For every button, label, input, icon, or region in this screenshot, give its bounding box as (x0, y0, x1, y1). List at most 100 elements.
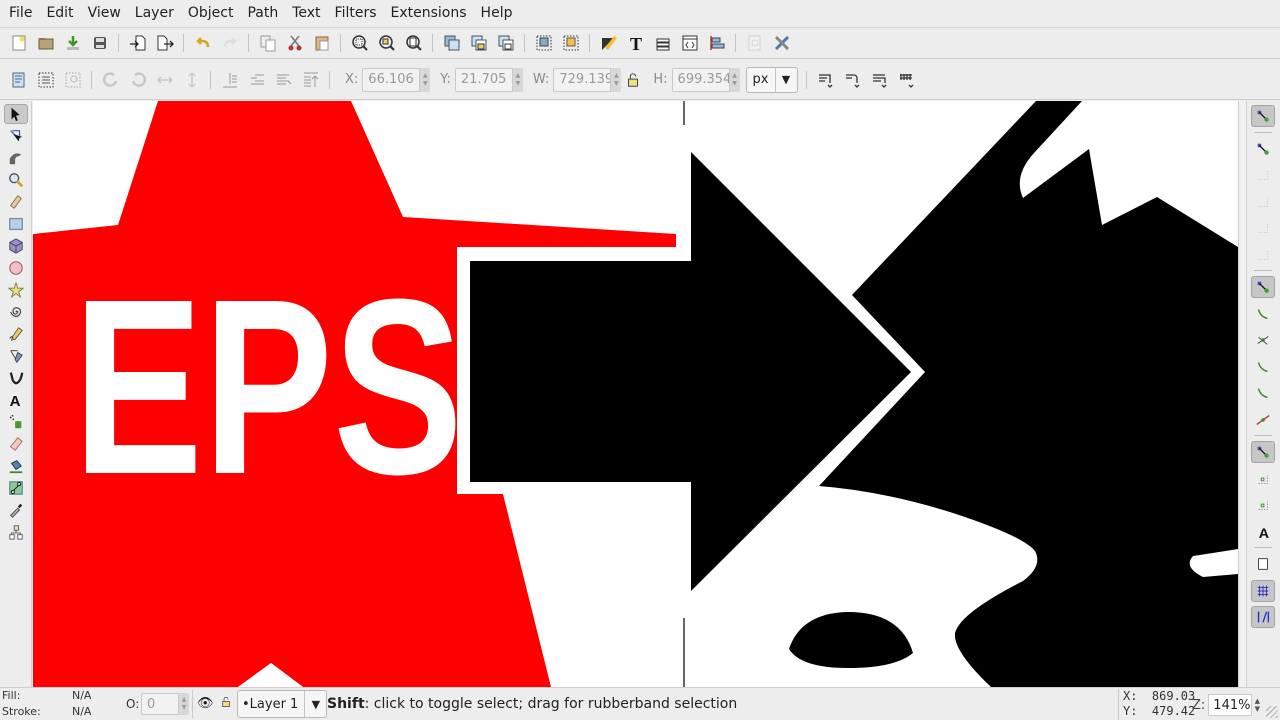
menu-layer[interactable]: Layer (128, 0, 181, 26)
tool-tweak[interactable] (4, 148, 28, 168)
export-button[interactable] (154, 32, 176, 54)
layer-visibility-eye-icon[interactable]: 👁 (197, 696, 214, 711)
y-field[interactable]: ▲▼ (454, 67, 523, 92)
new-document-button[interactable] (8, 32, 30, 54)
snap-smooth-nodes-toggle[interactable] (1251, 382, 1275, 404)
snap-bbox-edges-toggle[interactable] (1251, 164, 1275, 186)
tool-gradient[interactable] (4, 478, 28, 498)
h-field[interactable]: ▲▼ (671, 67, 740, 92)
rotate-ccw-button[interactable] (100, 69, 122, 91)
paste-button[interactable] (311, 32, 333, 54)
unlink-clone-button[interactable] (495, 32, 517, 54)
clone-button[interactable] (468, 32, 490, 54)
tool-pen[interactable] (4, 346, 28, 366)
unit-dropdown[interactable]: px ▼ (745, 66, 798, 93)
black-oval[interactable] (789, 612, 913, 668)
cut-button[interactable] (284, 32, 306, 54)
flip-horizontal-button[interactable] (154, 69, 176, 91)
redo-button[interactable] (219, 32, 241, 54)
eps-text[interactable]: EPS (73, 247, 463, 526)
w-input[interactable] (553, 67, 612, 92)
snap-paths-toggle[interactable] (1251, 303, 1275, 325)
lower-button[interactable] (246, 69, 268, 91)
zoom-page-button[interactable] (403, 32, 425, 54)
y-input[interactable] (454, 67, 513, 92)
select-all-layers-button[interactable] (35, 69, 57, 91)
menu-extensions[interactable]: Extensions (384, 0, 474, 26)
tool-paint-bucket[interactable] (4, 456, 28, 476)
snap-intersections-toggle[interactable] (1251, 329, 1275, 351)
xml-editor-button[interactable] (679, 32, 701, 54)
print-button[interactable] (89, 32, 111, 54)
y-spin-arrows[interactable]: ▲ ▼ (512, 67, 523, 92)
snap-text-baseline-toggle[interactable]: A (1251, 521, 1275, 543)
preferences-button[interactable] (771, 32, 793, 54)
menu-path[interactable]: Path (240, 0, 285, 26)
snap-bbox-corners-toggle[interactable] (1251, 191, 1275, 213)
save-button[interactable] (62, 32, 84, 54)
snap-enable-toggle[interactable] (1251, 105, 1275, 127)
scale-patterns-button[interactable] (895, 69, 917, 91)
menu-view[interactable]: View (81, 0, 128, 26)
flip-vertical-button[interactable] (181, 69, 203, 91)
layers-button[interactable] (652, 32, 674, 54)
scale-stroke-button[interactable] (814, 69, 836, 91)
tool-dropper[interactable] (4, 500, 28, 520)
menu-filters[interactable]: Filters (328, 0, 384, 26)
copy-button[interactable] (257, 32, 279, 54)
text-font-button[interactable]: T (625, 32, 647, 54)
scale-gradients-button[interactable] (868, 69, 890, 91)
opacity-spin-arrows[interactable]: ▲ ▼ (179, 693, 189, 715)
tool-connector[interactable] (4, 522, 28, 542)
tool-measure[interactable] (4, 192, 28, 212)
black-rectangle[interactable] (470, 261, 690, 482)
snap-rotation-centers-toggle[interactable] (1251, 494, 1275, 516)
snap-bbox-midpoints-toggle[interactable] (1251, 217, 1275, 239)
resize-grip[interactable] (1266, 706, 1278, 718)
tool-zoom[interactable] (4, 170, 28, 190)
vertical-scrollbar[interactable] (1238, 101, 1246, 687)
snap-cusp-nodes-toggle[interactable] (1251, 356, 1275, 378)
duplicate-button[interactable] (441, 32, 463, 54)
zoom-input[interactable] (1208, 694, 1253, 716)
black-arrow-shape[interactable] (691, 152, 911, 591)
x-field[interactable]: ▲▼ (362, 67, 431, 92)
opacity-field[interactable]: ▲▼ (141, 693, 189, 715)
canvas[interactable]: EPS (33, 101, 1238, 687)
tool-3d-box[interactable] (4, 236, 28, 256)
deselect-button[interactable] (62, 69, 84, 91)
snap-line-midpoints-toggle[interactable] (1251, 409, 1275, 431)
undo-button[interactable] (192, 32, 214, 54)
x-spin-arrows[interactable]: ▲ ▼ (420, 67, 431, 92)
tool-eraser[interactable] (4, 434, 28, 454)
tool-spray[interactable] (4, 412, 28, 432)
tool-spiral[interactable] (4, 302, 28, 322)
menu-edit[interactable]: Edit (39, 0, 80, 26)
fill-stroke-button[interactable] (598, 32, 620, 54)
raise-to-top-button[interactable] (300, 69, 322, 91)
stroke-value[interactable]: N/A (72, 705, 91, 718)
tool-star[interactable] (4, 280, 28, 300)
h-spin-arrows[interactable]: ▲ ▼ (729, 67, 740, 92)
menu-help[interactable]: Help (474, 0, 520, 26)
tool-text[interactable]: A (4, 390, 28, 410)
zoom-spin-arrows[interactable]: ▲ ▼ (1252, 693, 1262, 717)
h-input[interactable] (671, 67, 730, 92)
w-field[interactable]: ▲▼ (553, 67, 622, 92)
group-button[interactable] (533, 32, 555, 54)
snap-object-centers-toggle[interactable] (1251, 468, 1275, 490)
tool-selector[interactable] (4, 104, 28, 124)
snap-page-border-toggle[interactable] (1251, 553, 1275, 575)
tool-ellipse[interactable] (4, 258, 28, 278)
snap-guides-toggle[interactable] (1251, 606, 1275, 628)
snap-nodes-toggle[interactable] (1251, 276, 1275, 298)
menu-object[interactable]: Object (181, 0, 241, 26)
raise-button[interactable] (273, 69, 295, 91)
layer-dropdown[interactable]: •Layer 1 ▼ (237, 690, 328, 718)
select-all-button[interactable] (8, 69, 30, 91)
snap-grids-toggle[interactable] (1251, 579, 1275, 602)
tool-rectangle[interactable] (4, 214, 28, 234)
document-properties-button[interactable] (744, 32, 766, 54)
snap-bbox-toggle[interactable] (1251, 138, 1275, 160)
zoom-selection-button[interactable] (349, 32, 371, 54)
